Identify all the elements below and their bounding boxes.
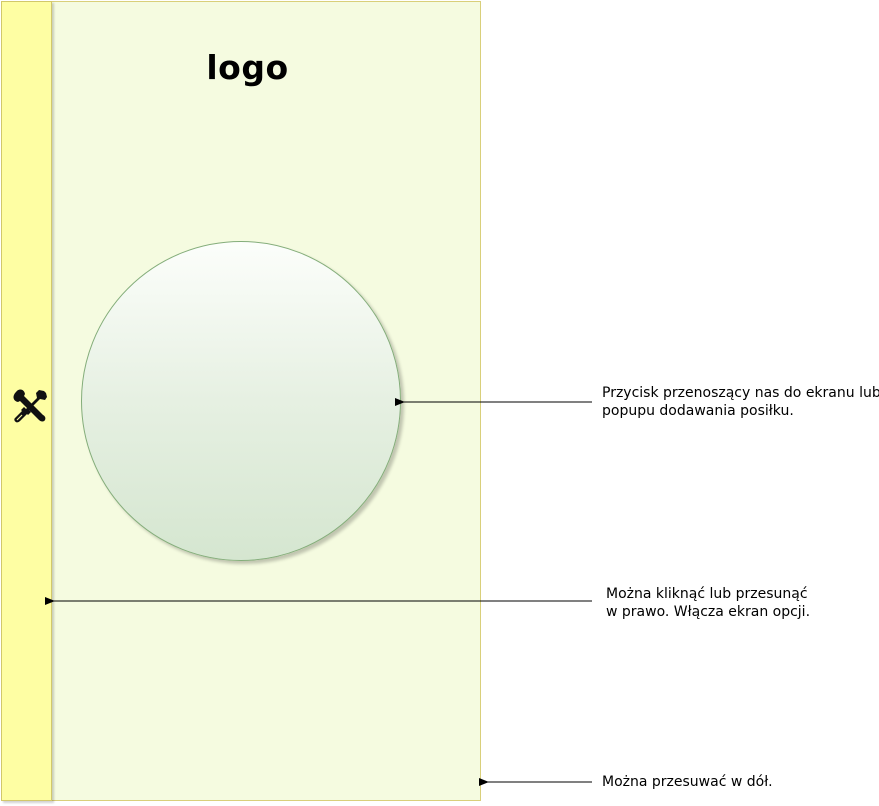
scroll-note: Można przesuwać w dół. xyxy=(602,773,773,791)
side-bar-note: Można kliknąć lub przesunąć w prawo. Włą… xyxy=(606,585,810,621)
note-line: w prawo. Włącza ekran opcji. xyxy=(606,604,811,620)
options-side-bar[interactable] xyxy=(1,1,52,801)
app-logo: logo xyxy=(206,48,289,87)
tools-icon xyxy=(13,389,47,423)
note-line: popupu dodawania posiłku. xyxy=(602,403,794,419)
note-line: Można przesuwać w dół. xyxy=(602,774,773,790)
note-line: Można kliknąć lub przesunąć xyxy=(606,586,808,602)
add-button-note: Przycisk przenoszący nas do ekranu lub p… xyxy=(602,384,879,420)
add-meal-button[interactable] xyxy=(81,241,401,561)
note-line: Przycisk przenoszący nas do ekranu lub xyxy=(602,385,879,401)
